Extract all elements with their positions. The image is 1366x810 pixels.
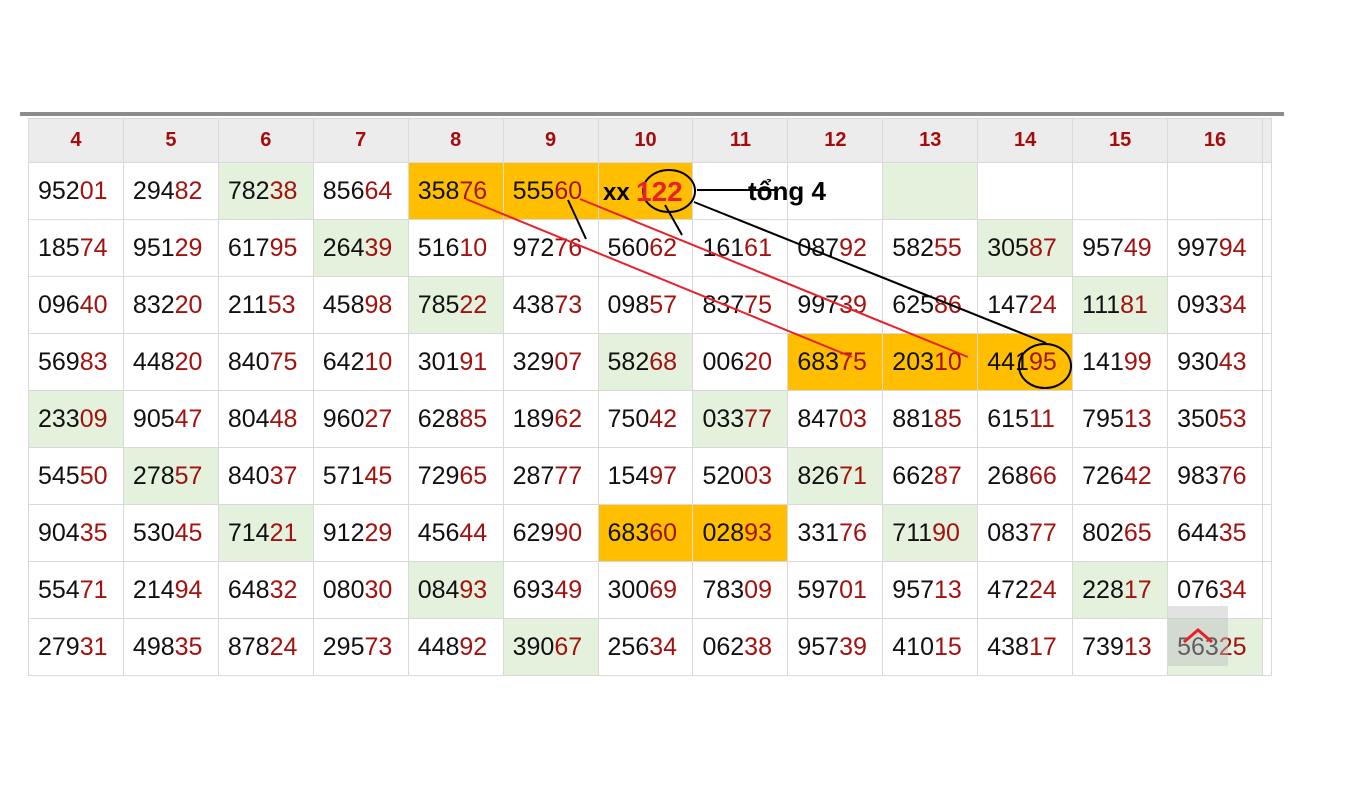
chevron-up-icon (1183, 628, 1213, 644)
annotation-digits: 122 (636, 176, 683, 207)
red-line-a (465, 198, 853, 358)
black-line-c (693, 201, 1047, 344)
annotation-note: tổng 4 (748, 176, 827, 206)
scroll-to-top-button[interactable] (1168, 606, 1228, 666)
annotation-prefix: xx (603, 179, 630, 206)
red-line-b (579, 198, 969, 358)
circle-digits-95 (1018, 343, 1072, 389)
annotation-overlay: xx 122 tổng 4 (465, 169, 1072, 389)
black-line-a (567, 199, 587, 240)
red-lines (465, 198, 969, 358)
